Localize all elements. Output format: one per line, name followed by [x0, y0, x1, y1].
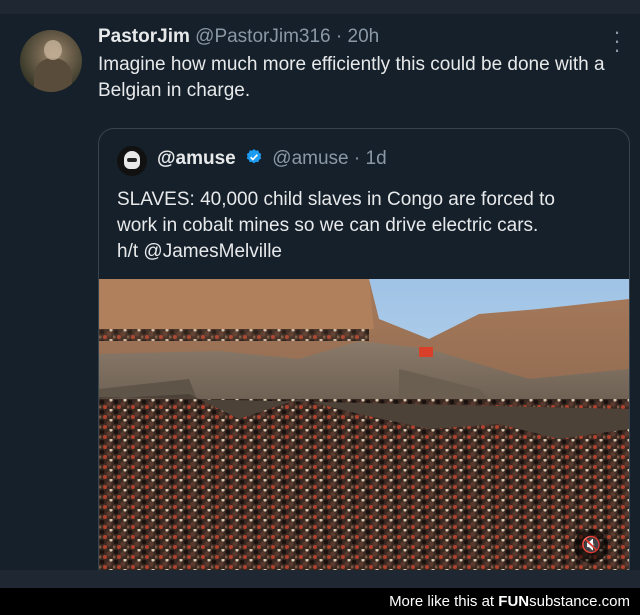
quote-timestamp[interactable]: 1d — [366, 148, 387, 169]
display-name[interactable]: PastorJim — [98, 26, 190, 47]
quote-text-line-1: SLAVES: 40,000 child slaves in Congo are… — [117, 189, 555, 210]
quote-text-line-3: h/t @JamesMelville — [117, 241, 282, 262]
footer-brand-bold: FUN — [498, 593, 530, 610]
mine-photo — [99, 279, 629, 581]
more-options-icon[interactable]: · · · — [607, 21, 627, 61]
handle[interactable]: @PastorJim316 — [195, 26, 330, 47]
quote-avatar[interactable] — [117, 146, 147, 176]
quote-text: SLAVES: 40,000 child slaves in Congo are… — [117, 187, 617, 265]
tweet-text: Imagine how much more efficiently this c… — [98, 54, 605, 101]
bottom-strip — [0, 570, 640, 588]
quote-handle[interactable]: @amuse — [272, 148, 348, 169]
timestamp[interactable]: 20h — [348, 26, 380, 47]
tweet-header: PastorJim @PastorJim316 · 20h — [98, 26, 379, 48]
quote-separator-dot: · — [353, 148, 361, 169]
quoted-tweet[interactable]: @amuse @amuse · 1d SLAVES: 40,000 child … — [98, 128, 630, 582]
media-video[interactable]: 🔇 — [99, 279, 629, 581]
footer-prefix: More like this at — [389, 593, 499, 610]
tweet[interactable]: PastorJim @PastorJim316 · 20h · · · Imagin… — [0, 14, 640, 582]
verified-icon — [246, 149, 262, 164]
quote-text-line-2: work in cobalt mines so we can drive ele… — [117, 215, 539, 236]
top-strip — [0, 0, 640, 14]
footer-bar: More like this at FUNsubstance.com — [0, 588, 640, 615]
mute-icon[interactable]: 🔇 — [574, 529, 608, 563]
avatar[interactable] — [20, 30, 82, 92]
footer-link[interactable]: More like this at FUNsubstance.com — [389, 593, 630, 610]
quote-header: @amuse @amuse · 1d — [157, 148, 387, 170]
quote-display-name[interactable]: @amuse — [157, 148, 236, 169]
footer-brand-rest: substance.com — [529, 593, 630, 610]
separator-dot: · — [335, 26, 343, 47]
